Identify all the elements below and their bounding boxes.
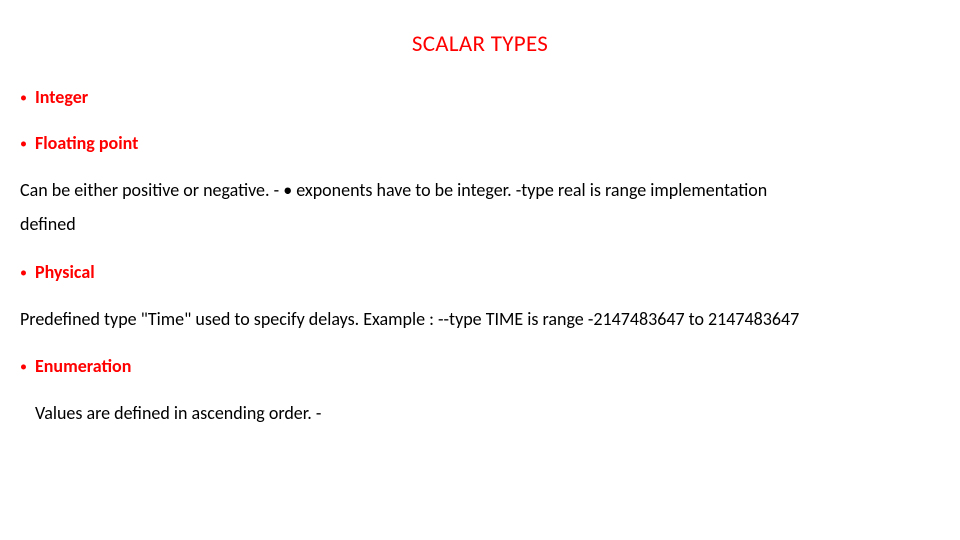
bullet-icon: • — [20, 137, 27, 151]
bullet-icon: • — [20, 91, 27, 105]
slide-container: SCALAR TYPES • Integer • Floating point … — [0, 0, 960, 540]
bullet-label-floating-point: Floating point — [35, 132, 138, 154]
floating-desc-line1: Can be either positive or negative. - • … — [20, 178, 940, 202]
bullet-physical: • Physical — [20, 261, 940, 283]
slide-title: SCALAR TYPES — [20, 30, 940, 58]
bullet-floating-point: • Floating point — [20, 132, 940, 154]
bullet-icon: • — [20, 360, 27, 374]
bullet-label-enumeration: Enumeration — [35, 355, 131, 377]
bullet-enumeration: • Enumeration — [20, 355, 940, 377]
bullet-integer: • Integer — [20, 86, 940, 108]
physical-desc: Predefined type "Time" used to specify d… — [20, 307, 940, 331]
bullet-label-physical: Physical — [35, 261, 95, 283]
bullet-label-integer: Integer — [35, 86, 88, 108]
enum-desc: Values are defined in ascending order. - — [20, 401, 940, 425]
floating-desc-line2: defined — [20, 212, 940, 236]
bullet-icon: • — [20, 266, 27, 280]
